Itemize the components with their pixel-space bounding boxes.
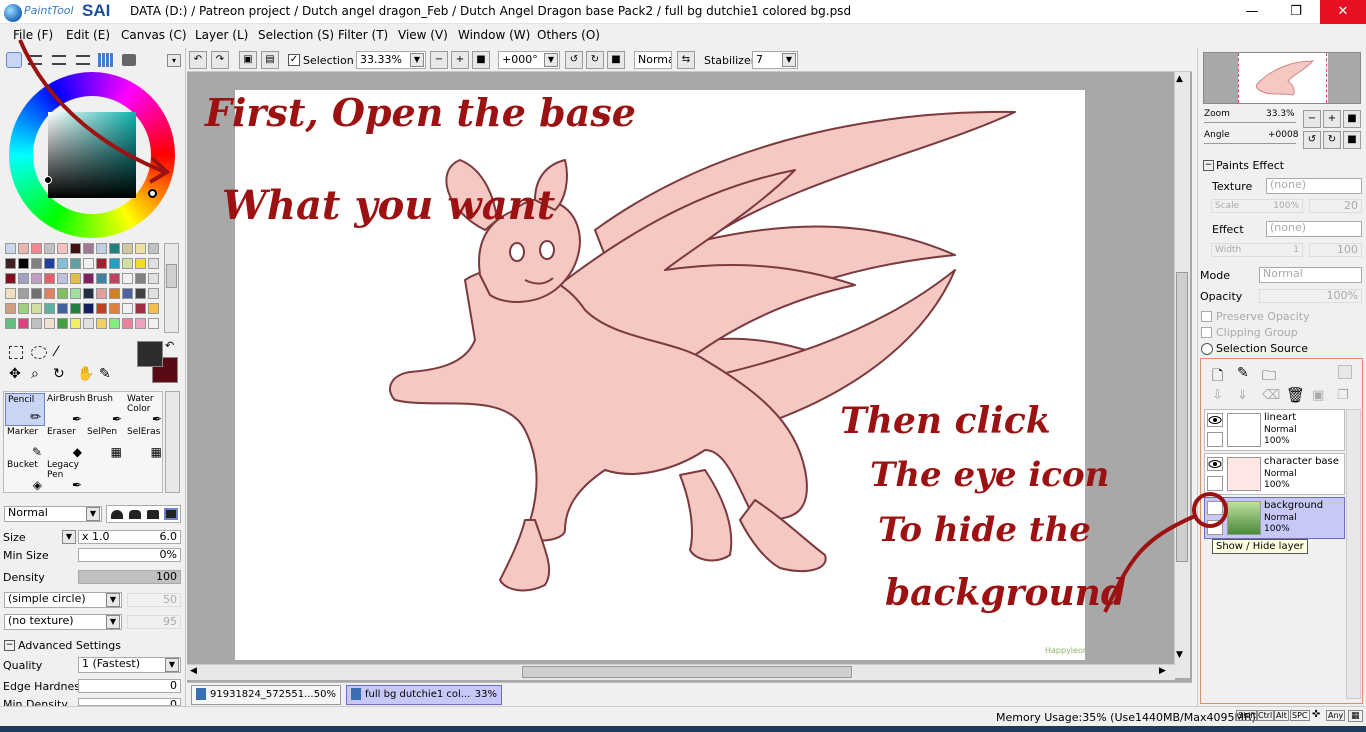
eye-highlight-circle — [1192, 492, 1228, 528]
paint-tool-sai-window: PaintTool SAI DATA (D:) / Patreon projec… — [0, 0, 1366, 732]
arrow-to-eye-icon — [1103, 514, 1196, 613]
annotation-arrows — [18, 39, 1228, 613]
arrow-to-file-menu — [18, 39, 166, 174]
